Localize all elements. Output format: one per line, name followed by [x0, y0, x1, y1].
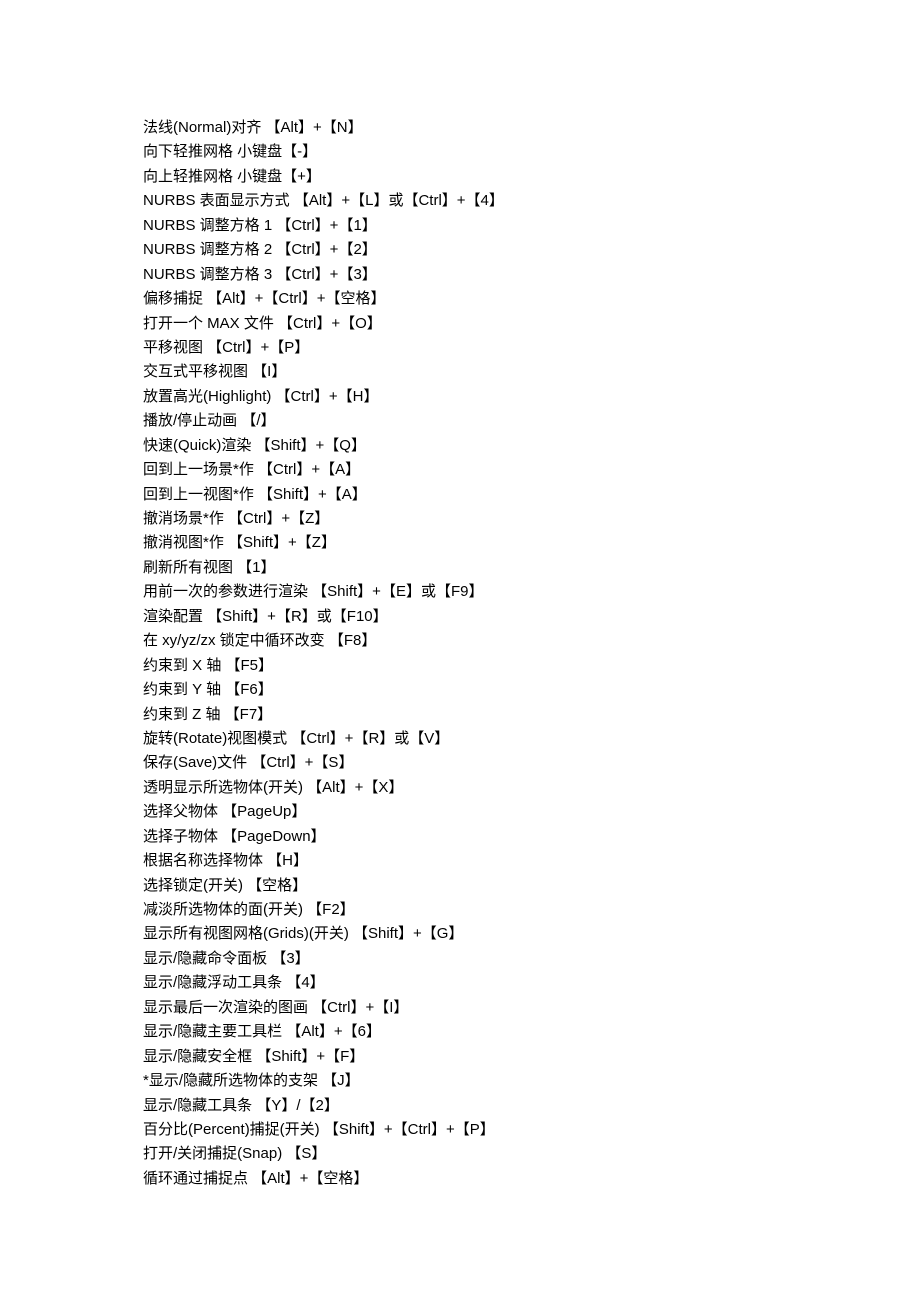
shortcut-item: 打开/关闭捕捉(Snap) 【S】: [143, 1142, 920, 1166]
shortcut-item: 打开一个 MAX 文件 【Ctrl】+【O】: [143, 312, 920, 336]
shortcut-item: 在 xy/yz/zx 锁定中循环改变 【F8】: [143, 629, 920, 653]
shortcut-item: 约束到 Y 轴 【F6】: [143, 678, 920, 702]
shortcut-item: 回到上一视图*作 【Shift】+【A】: [143, 483, 920, 507]
shortcut-item: NURBS 表面显示方式 【Alt】+【L】或【Ctrl】+【4】: [143, 189, 920, 213]
shortcut-item: 向上轻推网格 小键盘【+】: [143, 165, 920, 189]
shortcut-item: 透明显示所选物体(开关) 【Alt】+【X】: [143, 776, 920, 800]
shortcut-item: 向下轻推网格 小键盘【-】: [143, 140, 920, 164]
shortcut-item: 显示/隐藏命令面板 【3】: [143, 947, 920, 971]
shortcut-item: 选择锁定(开关) 【空格】: [143, 874, 920, 898]
shortcut-item: 播放/停止动画 【/】: [143, 409, 920, 433]
shortcut-item: 减淡所选物体的面(开关) 【F2】: [143, 898, 920, 922]
shortcut-item: 法线(Normal)对齐 【Alt】+【N】: [143, 116, 920, 140]
shortcut-list: 法线(Normal)对齐 【Alt】+【N】 向下轻推网格 小键盘【-】 向上轻…: [143, 116, 920, 1191]
shortcut-item: 用前一次的参数进行渲染 【Shift】+【E】或【F9】: [143, 580, 920, 604]
shortcut-item: 显示所有视图网格(Grids)(开关) 【Shift】+【G】: [143, 922, 920, 946]
shortcut-item: NURBS 调整方格 3 【Ctrl】+【3】: [143, 263, 920, 287]
shortcut-item: 放置高光(Highlight) 【Ctrl】+【H】: [143, 385, 920, 409]
shortcut-item: 显示/隐藏安全框 【Shift】+【F】: [143, 1045, 920, 1069]
shortcut-item: 显示/隐藏主要工具栏 【Alt】+【6】: [143, 1020, 920, 1044]
shortcut-item: 交互式平移视图 【I】: [143, 360, 920, 384]
shortcut-item: 百分比(Percent)捕捉(开关) 【Shift】+【Ctrl】+【P】: [143, 1118, 920, 1142]
shortcut-item: 撤消视图*作 【Shift】+【Z】: [143, 531, 920, 555]
shortcut-item: 选择子物体 【PageDown】: [143, 825, 920, 849]
shortcut-item: 选择父物体 【PageUp】: [143, 800, 920, 824]
shortcut-item: 偏移捕捉 【Alt】+【Ctrl】+【空格】: [143, 287, 920, 311]
shortcut-item: 平移视图 【Ctrl】+【P】: [143, 336, 920, 360]
shortcut-item: 快速(Quick)渲染 【Shift】+【Q】: [143, 434, 920, 458]
shortcut-item: NURBS 调整方格 2 【Ctrl】+【2】: [143, 238, 920, 262]
shortcut-item: 约束到 X 轴 【F5】: [143, 654, 920, 678]
shortcut-item: NURBS 调整方格 1 【Ctrl】+【1】: [143, 214, 920, 238]
shortcut-item: 循环通过捕捉点 【Alt】+【空格】: [143, 1167, 920, 1191]
shortcut-item: 显示最后一次渲染的图画 【Ctrl】+【I】: [143, 996, 920, 1020]
shortcut-item: *显示/隐藏所选物体的支架 【J】: [143, 1069, 920, 1093]
shortcut-item: 显示/隐藏浮动工具条 【4】: [143, 971, 920, 995]
shortcut-item: 回到上一场景*作 【Ctrl】+【A】: [143, 458, 920, 482]
shortcut-item: 根据名称选择物体 【H】: [143, 849, 920, 873]
shortcut-item: 旋转(Rotate)视图模式 【Ctrl】+【R】或【V】: [143, 727, 920, 751]
shortcut-item: 保存(Save)文件 【Ctrl】+【S】: [143, 751, 920, 775]
shortcut-item: 撤消场景*作 【Ctrl】+【Z】: [143, 507, 920, 531]
shortcut-item: 渲染配置 【Shift】+【R】或【F10】: [143, 605, 920, 629]
shortcut-item: 约束到 Z 轴 【F7】: [143, 703, 920, 727]
shortcut-item: 显示/隐藏工具条 【Y】/【2】: [143, 1094, 920, 1118]
shortcut-item: 刷新所有视图 【1】: [143, 556, 920, 580]
